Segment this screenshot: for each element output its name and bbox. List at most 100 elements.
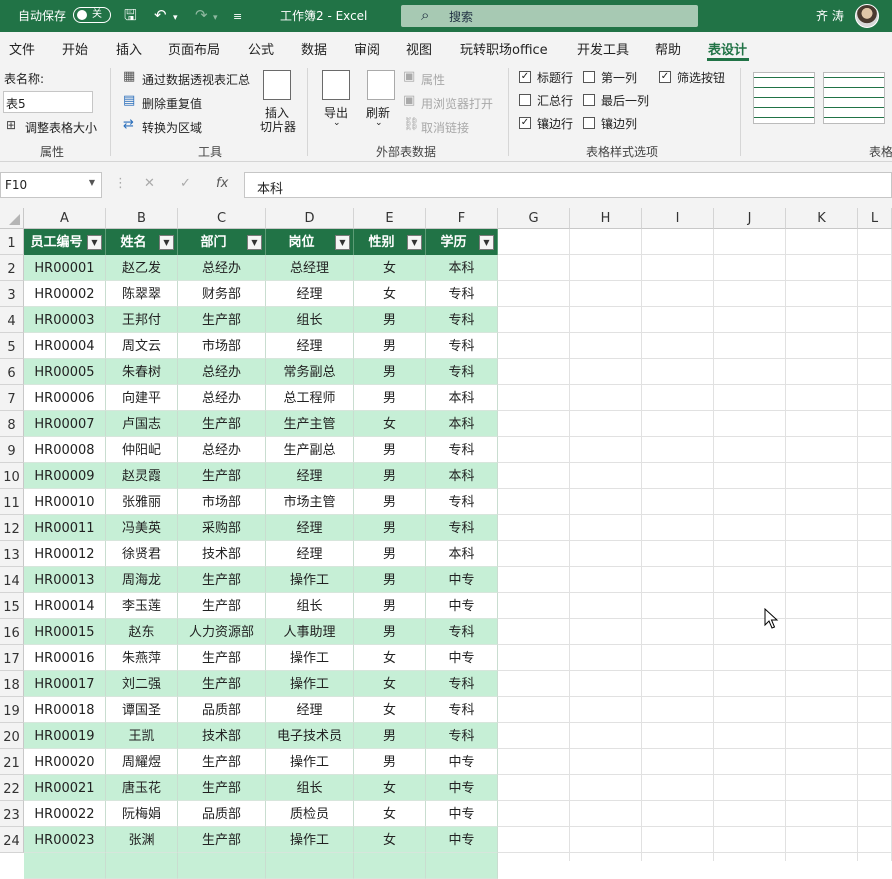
table-cell[interactable]: HR00021 bbox=[24, 775, 106, 801]
table-cell[interactable]: 本科 bbox=[426, 411, 498, 437]
row-header[interactable]: 11 bbox=[0, 489, 24, 515]
table-cell[interactable]: 本科 bbox=[426, 541, 498, 567]
table-cell[interactable]: 徐贤君 bbox=[106, 541, 178, 567]
row-header[interactable]: 6 bbox=[0, 359, 24, 385]
table-cell[interactable]: 女 bbox=[354, 775, 426, 801]
table-cell[interactable]: 中专 bbox=[426, 567, 498, 593]
table-cell[interactable]: 中专 bbox=[426, 749, 498, 775]
table-cell[interactable]: 朱燕萍 bbox=[106, 645, 178, 671]
table-cell[interactable]: HR00015 bbox=[24, 619, 106, 645]
row-header[interactable]: 19 bbox=[0, 697, 24, 723]
table-cell[interactable]: HR00023 bbox=[24, 827, 106, 853]
table-cell[interactable]: 男 bbox=[354, 619, 426, 645]
table-cell[interactable]: 赵乙发 bbox=[106, 255, 178, 281]
table-cell[interactable]: 操作工 bbox=[266, 827, 354, 853]
table-cell[interactable]: HR00022 bbox=[24, 801, 106, 827]
remove-duplicates-button[interactable]: 删除重复值 bbox=[142, 95, 202, 112]
table-cell[interactable]: 男 bbox=[354, 593, 426, 619]
tab-insert[interactable]: 插入 bbox=[116, 39, 142, 58]
table-cell[interactable] bbox=[354, 853, 426, 879]
table-cell[interactable]: HR00018 bbox=[24, 697, 106, 723]
table-cell[interactable]: 生产部 bbox=[178, 775, 266, 801]
search-box[interactable]: ⌕ 搜索 bbox=[401, 5, 698, 27]
table-cell[interactable]: 周文云 bbox=[106, 333, 178, 359]
table-cell[interactable]: 专科 bbox=[426, 437, 498, 463]
table-cell[interactable] bbox=[178, 853, 266, 879]
table-cell[interactable]: 市场部 bbox=[178, 489, 266, 515]
table-cell[interactable]: 专科 bbox=[426, 619, 498, 645]
table-cell[interactable]: 男 bbox=[354, 463, 426, 489]
row-header[interactable]: 10 bbox=[0, 463, 24, 489]
table-cell[interactable]: 人事助理 bbox=[266, 619, 354, 645]
table-cell[interactable]: 品质部 bbox=[178, 801, 266, 827]
row-header[interactable]: 1 bbox=[0, 229, 24, 255]
table-cell[interactable]: HR00013 bbox=[24, 567, 106, 593]
tab-table-design[interactable]: 表设计 bbox=[708, 39, 747, 58]
table-cell[interactable]: 经理 bbox=[266, 463, 354, 489]
table-cell[interactable] bbox=[426, 853, 498, 879]
avatar[interactable] bbox=[855, 4, 879, 28]
table-cell[interactable]: 女 bbox=[354, 697, 426, 723]
table-cell[interactable]: 女 bbox=[354, 411, 426, 437]
open-in-browser-button[interactable]: 用浏览器打开 bbox=[421, 95, 493, 112]
table-cell[interactable]: HR00005 bbox=[24, 359, 106, 385]
row-header[interactable]: 2 bbox=[0, 255, 24, 281]
table-cell[interactable]: 市场部 bbox=[178, 333, 266, 359]
row-header[interactable]: 22 bbox=[0, 775, 24, 801]
table-cell[interactable]: 生产部 bbox=[178, 567, 266, 593]
properties-button[interactable]: 属性 bbox=[421, 71, 445, 88]
table-cell[interactable]: 中专 bbox=[426, 645, 498, 671]
table-cell[interactable]: 采购部 bbox=[178, 515, 266, 541]
undo-dropdown-icon[interactable]: ▾ bbox=[173, 9, 178, 27]
table-cell[interactable]: 生产部 bbox=[178, 463, 266, 489]
filter-dropdown-icon[interactable]: ▼ bbox=[247, 235, 262, 250]
table-cell[interactable]: 卢国志 bbox=[106, 411, 178, 437]
column-header-i[interactable]: I bbox=[642, 208, 714, 229]
table-cell[interactable]: 男 bbox=[354, 541, 426, 567]
filter-dropdown-icon[interactable]: ▼ bbox=[335, 235, 350, 250]
filter-button-checkbox[interactable]: ✓ bbox=[659, 71, 671, 83]
filter-dropdown-icon[interactable]: ▼ bbox=[87, 235, 102, 250]
table-cell[interactable]: 专科 bbox=[426, 359, 498, 385]
save-icon[interactable]: 🖫 bbox=[124, 6, 137, 24]
table-cell[interactable]: HR00003 bbox=[24, 307, 106, 333]
table-cell[interactable]: 市场主管 bbox=[266, 489, 354, 515]
table-cell[interactable]: 女 bbox=[354, 801, 426, 827]
table-cell[interactable]: 专科 bbox=[426, 333, 498, 359]
table-cell[interactable]: 女 bbox=[354, 255, 426, 281]
redo-icon[interactable]: ↷ bbox=[195, 6, 208, 24]
table-cell[interactable]: 经理 bbox=[266, 697, 354, 723]
banded-columns-checkbox[interactable] bbox=[583, 117, 595, 129]
table-cell[interactable]: 财务部 bbox=[178, 281, 266, 307]
column-header-b[interactable]: B bbox=[106, 208, 178, 229]
enter-icon[interactable]: ✓ bbox=[180, 176, 191, 191]
tab-office-addin[interactable]: 玩转职场office bbox=[460, 39, 548, 58]
table-cell[interactable]: 专科 bbox=[426, 671, 498, 697]
table-cell[interactable]: 男 bbox=[354, 489, 426, 515]
row-header[interactable]: 21 bbox=[0, 749, 24, 775]
table-cell[interactable]: 生产主管 bbox=[266, 411, 354, 437]
table-cell[interactable]: 本科 bbox=[426, 255, 498, 281]
column-header-c[interactable]: C bbox=[178, 208, 266, 229]
table-cell[interactable]: 向建平 bbox=[106, 385, 178, 411]
table-cell[interactable]: 经理 bbox=[266, 281, 354, 307]
table-cell[interactable]: 谭国圣 bbox=[106, 697, 178, 723]
table-cell[interactable]: 品质部 bbox=[178, 697, 266, 723]
table-cell[interactable]: 生产部 bbox=[178, 593, 266, 619]
table-cell[interactable]: 操作工 bbox=[266, 749, 354, 775]
column-header-g[interactable]: G bbox=[498, 208, 570, 229]
table-cell[interactable]: 人力资源部 bbox=[178, 619, 266, 645]
table-cell[interactable]: HR00011 bbox=[24, 515, 106, 541]
table-cell[interactable]: 王邦付 bbox=[106, 307, 178, 333]
table-cell[interactable]: 男 bbox=[354, 723, 426, 749]
table-cell[interactable]: 周海龙 bbox=[106, 567, 178, 593]
table-cell[interactable]: 女 bbox=[354, 827, 426, 853]
table-cell[interactable]: 本科 bbox=[426, 385, 498, 411]
table-cell[interactable] bbox=[24, 853, 106, 879]
table-cell[interactable]: 技术部 bbox=[178, 541, 266, 567]
tab-view[interactable]: 视图 bbox=[406, 39, 432, 58]
redo-dropdown-icon[interactable]: ▾ bbox=[213, 9, 218, 27]
column-header-f[interactable]: F bbox=[426, 208, 498, 229]
resize-table-button[interactable]: 调整表格大小 bbox=[25, 119, 97, 136]
filter-dropdown-icon[interactable]: ▼ bbox=[407, 235, 422, 250]
